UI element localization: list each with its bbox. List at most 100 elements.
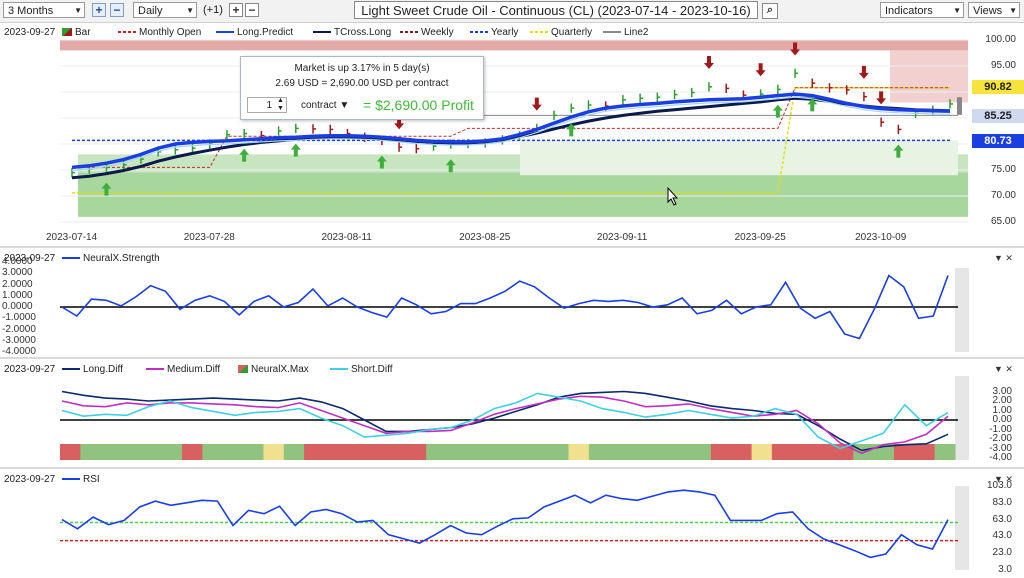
- diff-panel-date: 2023-09-27: [4, 364, 56, 375]
- price-tag-quarterly: 90.82: [972, 80, 1024, 94]
- legend-swatch: [603, 31, 621, 34]
- legend-label: Short.Diff: [351, 364, 393, 375]
- strength-axis-tick: -3.0000: [2, 334, 36, 346]
- price-tag-yearly: 80.73: [972, 134, 1024, 148]
- neuralx-max-block: [446, 444, 468, 460]
- neuralx-max-block: [365, 444, 386, 460]
- legend-label: Medium.Diff: [167, 364, 221, 375]
- legend-swatch: [118, 31, 136, 34]
- price-axis-tick: 100.00: [985, 34, 1016, 45]
- neuralx-max-block: [670, 444, 692, 460]
- neuralx-max-block: [487, 444, 508, 460]
- legend-label: TCross.Long: [334, 27, 392, 38]
- chart-canvas[interactable]: [0, 0, 1024, 578]
- legend-label: RSI: [83, 474, 100, 485]
- neuralx-max-block: [771, 444, 793, 460]
- strength-axis-tick: 1.0000: [2, 289, 33, 301]
- legend-label: Weekly: [421, 27, 454, 38]
- diff-legend-item: Short.Diff: [330, 364, 393, 375]
- rsi-axis-tick: 23.0: [992, 547, 1012, 559]
- legend-swatch: [238, 365, 248, 374]
- strength-axis-tick: 0.0000: [2, 301, 33, 312]
- legend-label: Bar: [75, 27, 91, 38]
- chevron-down-icon: ▼: [339, 100, 350, 111]
- legend-label: Long.Diff: [83, 364, 123, 375]
- legend-swatch: [330, 368, 348, 371]
- legend-swatch: [400, 31, 418, 34]
- rsi-legend-item: RSI: [62, 474, 100, 485]
- neuralx-max-block: [731, 444, 753, 460]
- sell-arrow-icon: [703, 56, 714, 69]
- price-legend-item: Quarterly: [530, 27, 592, 38]
- diff-bar-right: [955, 376, 969, 460]
- neuralx-max-block: [690, 444, 712, 460]
- legend-swatch: [313, 31, 331, 34]
- neuralx-max-block: [324, 444, 346, 460]
- legend-swatch: [470, 31, 488, 34]
- strength-axis-tick: -4.0000: [2, 346, 36, 357]
- price-legend-item: TCross.Long: [313, 27, 391, 38]
- price-panel-date: 2023-09-27: [4, 27, 56, 38]
- price-legend-item: Line2: [603, 27, 648, 38]
- profit-popup: Market is up 3.17% in 5 day(s) 2.69 USD …: [240, 56, 484, 120]
- price-tag-last: 85.25: [972, 109, 1024, 123]
- strength-legend-item: NeuralX.Strength: [62, 253, 160, 264]
- price-legend-item: Long.Predict: [216, 27, 293, 38]
- price-legend-item: Weekly: [400, 27, 454, 38]
- panel-divider: [0, 357, 1024, 359]
- date-label: 2023-08-25: [459, 232, 511, 243]
- legend-swatch: [62, 28, 72, 37]
- stepper-arrows-icon[interactable]: ▲ ▼: [277, 97, 284, 113]
- rsi-axis-tick: 83.0: [992, 496, 1012, 508]
- neuralx-max-block: [710, 444, 732, 460]
- neuralx-max-block: [649, 444, 671, 460]
- legend-swatch: [530, 31, 548, 34]
- neuralx-max-block: [344, 444, 366, 460]
- price-legend-item: Bar: [62, 27, 91, 38]
- neuralx-max-block: [751, 444, 773, 460]
- date-label: 2023-07-14: [46, 232, 98, 243]
- legend-swatch: [62, 257, 80, 260]
- strength-axis-tick: 2.0000: [2, 278, 33, 290]
- rsi-axis-tick: 43.0: [992, 530, 1012, 542]
- legend-label: NeuralX.Max: [251, 364, 309, 375]
- sell-arrow-icon: [858, 65, 869, 79]
- legend-swatch: [62, 478, 80, 481]
- neuralx-max-block: [405, 444, 427, 460]
- diff-legend-item: NeuralX.Max: [238, 364, 309, 375]
- date-label: 2023-09-25: [734, 232, 786, 243]
- panel-collapse-icon[interactable]: ▼ ✕: [994, 364, 1013, 375]
- neuralx-max-block: [548, 444, 570, 460]
- neuralx-max-block: [934, 444, 956, 460]
- neuralx-max-block: [60, 444, 81, 460]
- diff-axis-tick: -4.00: [989, 452, 1012, 463]
- profit-value: = $2,690.00 Profit: [363, 97, 474, 113]
- rsi-panel-date: 2023-09-27: [4, 474, 56, 485]
- rsi-axis-tick: 63.0: [992, 513, 1012, 525]
- neuralx-max-block: [121, 444, 142, 460]
- neuralx-max-block: [792, 444, 814, 460]
- neuralx-max-block: [283, 444, 305, 460]
- legend-swatch: [146, 368, 164, 371]
- unit-select[interactable]: contract ▼: [301, 100, 349, 111]
- panel-collapse-icon[interactable]: ▼ ✕: [994, 253, 1013, 264]
- series-rsi: [61, 489, 949, 559]
- sell-arrow-icon: [755, 63, 766, 77]
- legend-label: Monthly Open: [139, 27, 202, 38]
- date-label: 2023-07-28: [183, 232, 235, 243]
- neuralx-max-block: [466, 444, 488, 460]
- resistance-band-upper: [890, 50, 968, 103]
- panel-collapse-icon[interactable]: ▼ ✕: [994, 474, 1013, 485]
- legend-label: NeuralX.Strength: [83, 253, 160, 264]
- neuralx-max-block: [182, 444, 203, 460]
- price-legend-item: Yearly: [470, 27, 518, 38]
- neuralx-max-block: [568, 444, 590, 460]
- legend-label: Long.Predict: [237, 27, 294, 38]
- resistance-band: [60, 40, 968, 51]
- neuralx-max-block: [507, 444, 529, 460]
- last-price-marker: [957, 97, 962, 115]
- popup-line2: 2.69 USD = 2,690.00 USD per contract: [275, 78, 449, 89]
- neuralx-max-block: [527, 444, 549, 460]
- strength-axis-tick: -1.0000: [2, 312, 36, 324]
- strength-bar-right: [955, 268, 969, 352]
